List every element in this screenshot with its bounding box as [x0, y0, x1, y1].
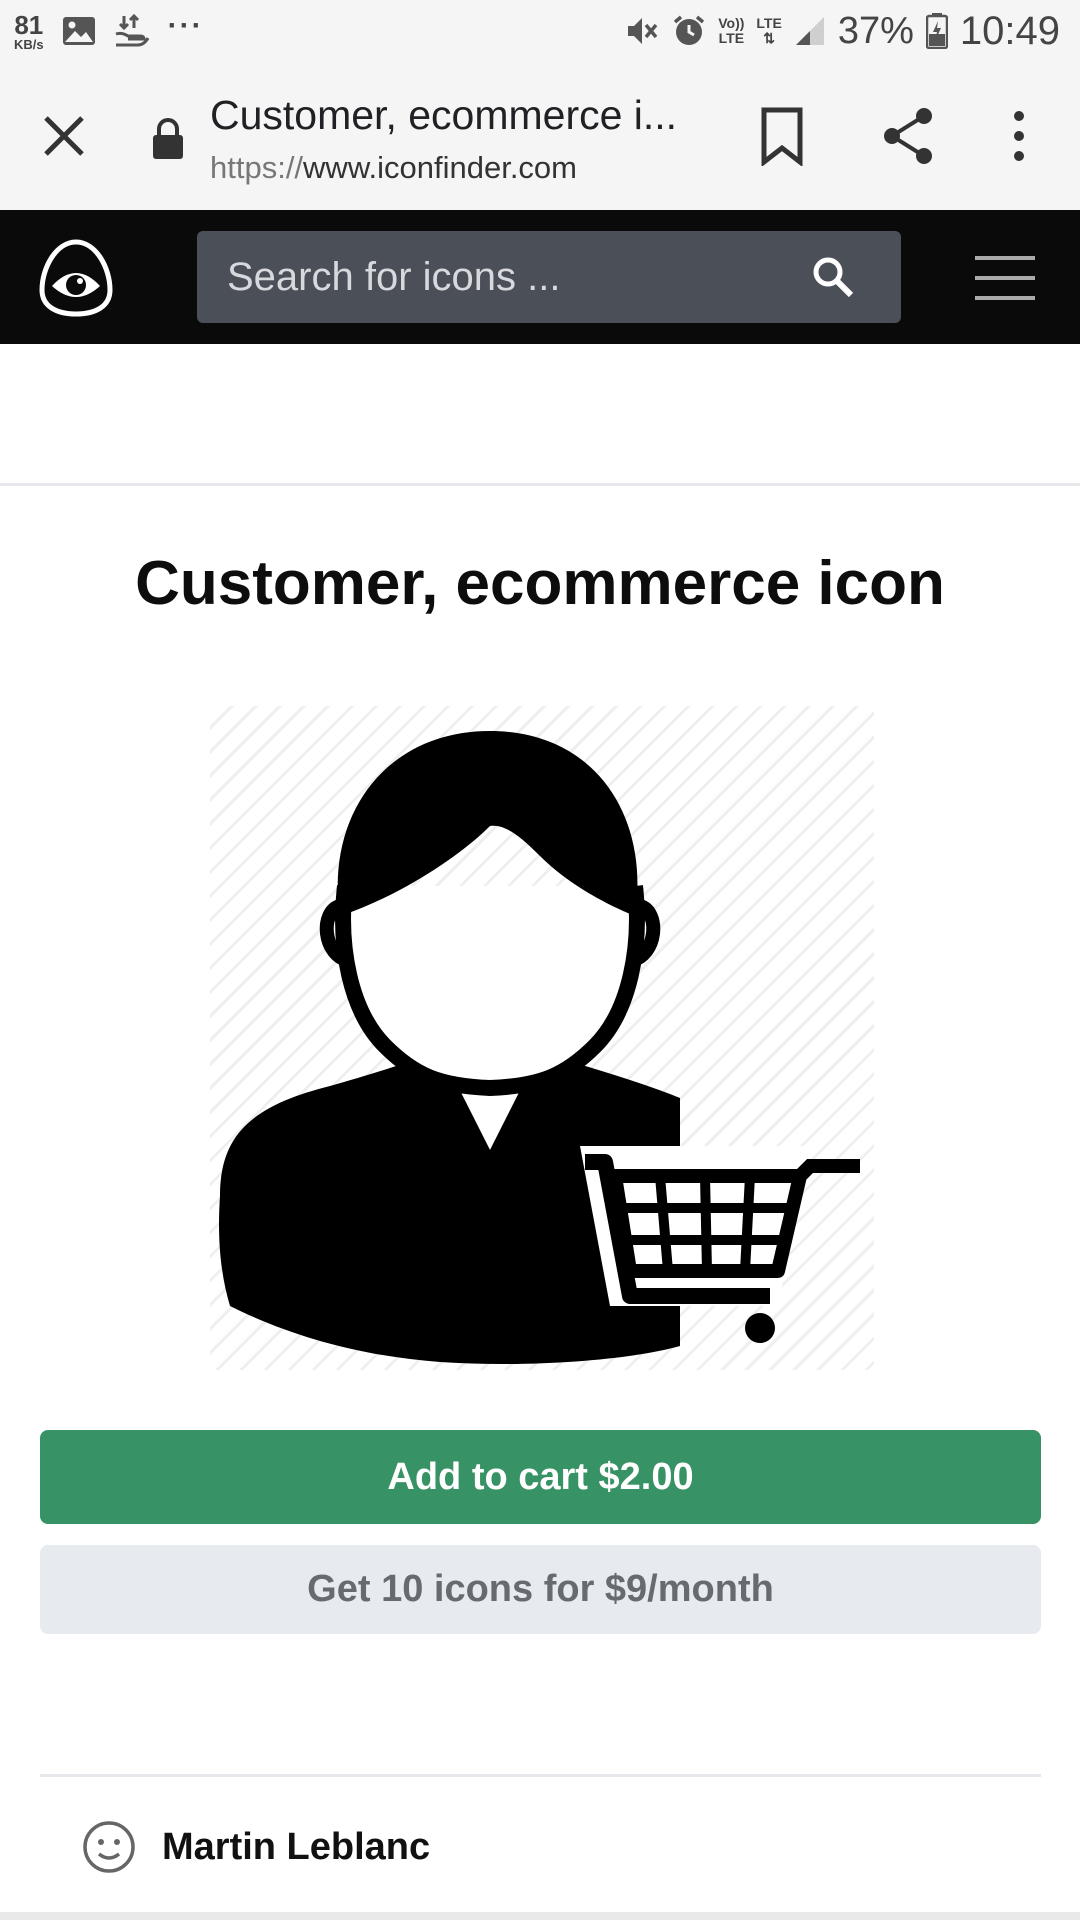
search-input[interactable] [227, 251, 787, 303]
page-title: Customer, ecommerce icon [135, 549, 945, 618]
share-icon[interactable] [880, 106, 936, 166]
battery-icon [925, 13, 948, 49]
icon-preview [210, 706, 874, 1370]
volte-bottom: LTE [718, 30, 745, 46]
mute-icon [628, 18, 658, 44]
author-name[interactable]: Martin Leblanc [162, 1826, 430, 1869]
hamburger-menu-icon[interactable] [975, 254, 1035, 302]
data-transfer-icon [115, 14, 149, 47]
url-scheme: https:// [210, 150, 304, 185]
site-header [0, 210, 1080, 344]
more-notifications: ··· [167, 9, 204, 42]
status-bar-left: 81 KB/s ··· [14, 9, 204, 51]
browser-page-title[interactable]: Customer, ecommerce i... [210, 92, 690, 139]
search-bar [197, 231, 901, 323]
browser-toolbar: Customer, ecommerce i... https://www.ico… [0, 62, 1080, 210]
more-options-icon[interactable] [1004, 106, 1034, 166]
clock: 10:49 [959, 8, 1060, 53]
alarm-icon [674, 15, 705, 45]
close-tab-icon[interactable] [38, 110, 90, 162]
status-bar-right: Vo)) LTE LTE ⇅ 37% 10:49 [624, 9, 1060, 54]
lte-label: LTE [756, 15, 782, 32]
network-speed: 81 KB/s [14, 12, 44, 51]
lte-arrows-icon: ⇅ [763, 30, 775, 46]
author-row[interactable]: Martin Leblanc [82, 1820, 430, 1874]
customer-cart-icon [219, 731, 860, 1365]
bottom-edge [0, 1912, 1080, 1920]
volte-indicator: Vo)) LTE [718, 16, 744, 45]
iconfinder-logo-icon[interactable] [38, 238, 114, 318]
lock-icon [153, 118, 183, 159]
status-bar: 81 KB/s ··· Vo)) LTE LTE ⇅ 37% 10:49 [0, 0, 1080, 62]
battery-percent: 37% [837, 9, 914, 52]
browser-url[interactable]: https://www.iconfinder.com [210, 150, 577, 186]
lte-indicator: LTE ⇅ [756, 16, 781, 45]
gallery-icon [62, 17, 95, 45]
url-host: www.iconfinder.com [303, 150, 577, 185]
signal-icon [795, 17, 824, 45]
network-speed-value: 81 [14, 9, 44, 40]
bookmark-icon[interactable] [758, 106, 806, 166]
network-speed-unit: KB/s [14, 36, 44, 52]
volte-top: Vo)) [718, 15, 745, 32]
subscription-button[interactable]: Get 10 icons for $9/month [40, 1545, 1041, 1634]
add-to-cart-button[interactable]: Add to cart $2.00 [40, 1430, 1041, 1524]
search-icon[interactable] [811, 255, 855, 299]
ad-placeholder [0, 344, 1080, 486]
smiley-icon [83, 1821, 135, 1873]
section-divider [40, 1774, 1041, 1777]
